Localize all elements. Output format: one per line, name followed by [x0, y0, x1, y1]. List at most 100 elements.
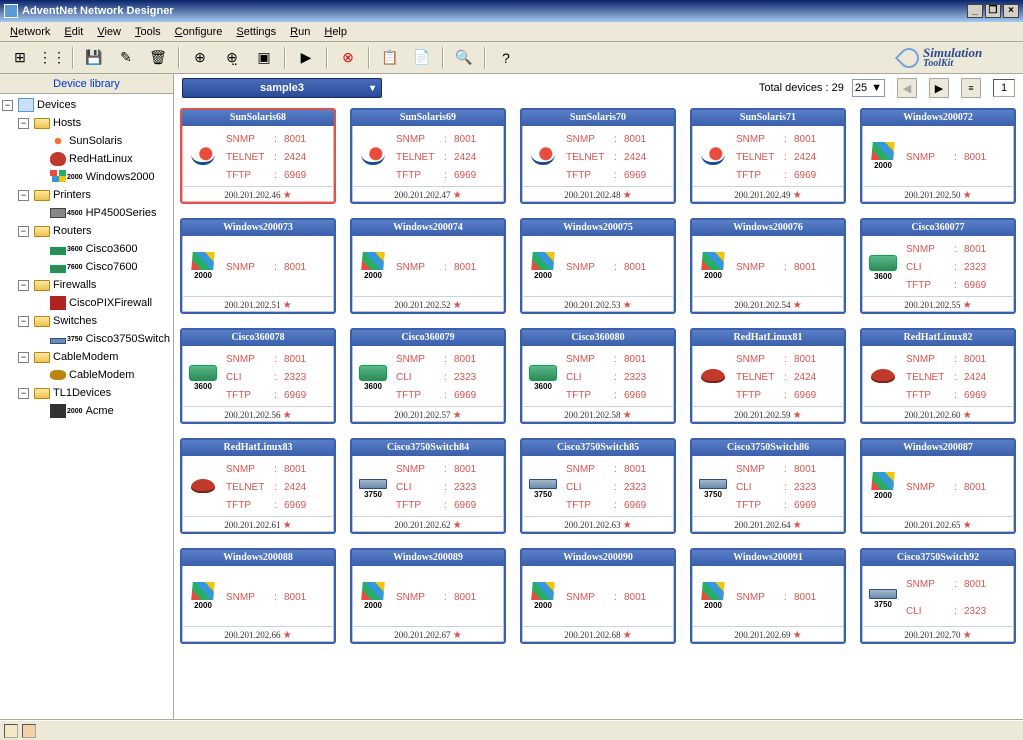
device-card[interactable]: Windows2000882000SNMP:8001200.201.202.66… [180, 548, 336, 644]
stop-button[interactable]: ⊗ [336, 46, 360, 70]
tree-node-hp4500series[interactable]: 4500HP4500Series [2, 204, 171, 222]
device-name: Cisco360079 [352, 330, 504, 346]
copy-button[interactable]: 📋 [378, 46, 402, 70]
brand-logo: SimulationToolKit [899, 44, 1019, 72]
add-device-button[interactable]: ⊕ [188, 46, 212, 70]
tree-toggle-icon[interactable]: − [18, 280, 29, 291]
tree-node-cisco3750switch[interactable]: 3750Cisco3750Switch [2, 330, 171, 348]
page-size-select[interactable]: 25▼ [852, 79, 885, 97]
tree-label: Routers [53, 225, 92, 237]
maximize-button[interactable]: ❐ [985, 4, 1001, 18]
device-card[interactable]: RedHatLinux81SNMP:8001TELNET:2424TFTP:69… [690, 328, 846, 424]
tree-node-printers[interactable]: −Printers [2, 186, 171, 204]
help-button[interactable]: ? [494, 46, 518, 70]
device-card[interactable]: RedHatLinux82SNMP:8001TELNET:2424TFTP:69… [860, 328, 1016, 424]
tree-node-redhatlinux[interactable]: RedHatLinux [2, 150, 171, 168]
new-network-button[interactable]: ⊞ [8, 46, 32, 70]
device-card[interactable]: RedHatLinux83SNMP:8001TELNET:2424TFTP:69… [180, 438, 336, 534]
device-card[interactable]: Windows2000902000SNMP:8001200.201.202.68… [520, 548, 676, 644]
tree-node-cablemodem[interactable]: CableModem [2, 366, 171, 384]
device-card[interactable]: Windows2000752000SNMP:8001200.201.202.53… [520, 218, 676, 314]
menu-network[interactable]: Network [4, 24, 56, 40]
device-ip: 200.201.202.62 ★ [352, 516, 504, 532]
device-card[interactable]: Cisco3600783600SNMP:8001CLI:2323TFTP:696… [180, 328, 336, 424]
device-card[interactable]: Windows2000742000SNMP:8001200.201.202.52… [350, 218, 506, 314]
delete-button[interactable]: 🗑 [146, 46, 170, 70]
paste-button[interactable]: 📄 [410, 46, 434, 70]
device-ip: 200.201.202.68 ★ [522, 626, 674, 642]
port-table: SNMP:8001TELNET:2424TFTP:6969 [734, 346, 844, 406]
tree-node-windows2000[interactable]: 2000Windows2000 [2, 168, 171, 186]
device-type-icon: 2000 [692, 566, 734, 626]
content-pane: sample3 Total devices : 29 25▼ ◀ ▶ ≡ 1 S… [174, 74, 1023, 740]
tree-toggle-icon[interactable]: − [18, 352, 29, 363]
port-table: SNMP:8001CLI:2323TFTP:6969 [734, 456, 844, 516]
open-network-button[interactable]: ⋮⋮ [40, 46, 64, 70]
tree-node-hosts[interactable]: −Hosts [2, 114, 171, 132]
tree-node-acme[interactable]: 2000Acme [2, 402, 171, 420]
menu-settings[interactable]: Settings [230, 24, 282, 40]
linux-icon [50, 152, 66, 166]
tree-node-tl1devices[interactable]: −TL1Devices [2, 384, 171, 402]
page-number-field[interactable]: 1 [993, 79, 1015, 97]
device-card[interactable]: Windows2000762000SNMP:8001200.201.202.54… [690, 218, 846, 314]
device-tree[interactable]: −Devices−HostsSunSolarisRedHatLinux2000W… [0, 94, 173, 740]
device-card[interactable]: SunSolaris69SNMP:8001TELNET:2424TFTP:696… [350, 108, 506, 204]
next-page-button[interactable]: ▶ [929, 78, 949, 98]
tree-node-cablemodem[interactable]: −CableModem [2, 348, 171, 366]
edit-button[interactable]: ✎ [114, 46, 138, 70]
device-card[interactable]: Windows2000872000SNMP:8001200.201.202.65… [860, 438, 1016, 534]
list-view-button[interactable]: ≡ [961, 78, 981, 98]
tree-toggle-icon[interactable]: − [18, 226, 29, 237]
tree-toggle-icon[interactable]: − [18, 388, 29, 399]
run-button[interactable]: ▶ [294, 46, 318, 70]
status-indicator-1 [4, 724, 18, 738]
device-grid[interactable]: SunSolaris68SNMP:8001TELNET:2424TFTP:696… [174, 102, 1023, 740]
device-card[interactable]: Cisco3600773600SNMP:8001CLI:2323TFTP:696… [860, 218, 1016, 314]
minimize-button[interactable]: _ [967, 4, 983, 18]
menu-configure[interactable]: Configure [169, 24, 229, 40]
menu-view[interactable]: View [91, 24, 127, 40]
port-table: SNMP:8001TELNET:2424TFTP:6969 [564, 126, 674, 186]
tree-toggle-icon[interactable]: − [18, 190, 29, 201]
search-button[interactable]: 🔍 [452, 46, 476, 70]
tree-node-sunsolaris[interactable]: SunSolaris [2, 132, 171, 150]
menu-tools[interactable]: Tools [129, 24, 167, 40]
device-card[interactable]: Cisco3600793600SNMP:8001CLI:2323TFTP:696… [350, 328, 506, 424]
device-card[interactable]: Cisco3600803600SNMP:8001CLI:2323TFTP:696… [520, 328, 676, 424]
save-button[interactable]: 💾 [82, 46, 106, 70]
config-device-button[interactable]: ▣ [252, 46, 276, 70]
device-card[interactable]: Windows2000892000SNMP:8001200.201.202.67… [350, 548, 506, 644]
tree-node-ciscopixfirewall[interactable]: CiscoPIXFirewall [2, 294, 171, 312]
tree-node-cisco7600[interactable]: 7600Cisco7600 [2, 258, 171, 276]
tree-toggle-icon[interactable]: − [18, 118, 29, 129]
device-card[interactable]: SunSolaris71SNMP:8001TELNET:2424TFTP:696… [690, 108, 846, 204]
device-card[interactable]: Windows2000912000SNMP:8001200.201.202.69… [690, 548, 846, 644]
device-card[interactable]: Cisco3750Switch863750SNMP:8001CLI:2323TF… [690, 438, 846, 534]
tree-toggle-icon[interactable]: − [2, 100, 13, 111]
device-card[interactable]: Cisco3750Switch923750SNMP:8001CLI:232320… [860, 548, 1016, 644]
status-star-icon: ★ [793, 520, 802, 531]
device-name: Cisco360077 [862, 220, 1014, 236]
device-card[interactable]: Cisco3750Switch853750SNMP:8001CLI:2323TF… [520, 438, 676, 534]
device-card[interactable]: Windows2000732000SNMP:8001200.201.202.51… [180, 218, 336, 314]
tree-node-routers[interactable]: − Routers [2, 222, 171, 240]
tree-node-devices[interactable]: −Devices [2, 96, 171, 114]
menu-help[interactable]: Help [318, 24, 353, 40]
prev-page-button[interactable]: ◀ [897, 78, 917, 98]
menu-run[interactable]: Run [284, 24, 316, 40]
network-selector[interactable]: sample3 [182, 78, 382, 98]
device-card[interactable]: SunSolaris68SNMP:8001TELNET:2424TFTP:696… [180, 108, 336, 204]
tree-node-switches[interactable]: −Switches [2, 312, 171, 330]
device-name: RedHatLinux81 [692, 330, 844, 346]
content-header: sample3 Total devices : 29 25▼ ◀ ▶ ≡ 1 [174, 74, 1023, 102]
tree-node-firewalls[interactable]: −Firewalls [2, 276, 171, 294]
device-card[interactable]: Cisco3750Switch843750SNMP:8001CLI:2323TF… [350, 438, 506, 534]
tree-node-cisco3600[interactable]: 3600Cisco3600 [2, 240, 171, 258]
tree-toggle-icon[interactable]: − [18, 316, 29, 327]
bulk-add-button[interactable]: ⊕̤ [220, 46, 244, 70]
menu-edit[interactable]: Edit [58, 24, 89, 40]
device-card[interactable]: Windows2000722000SNMP:8001200.201.202.50… [860, 108, 1016, 204]
close-button[interactable]: × [1003, 4, 1019, 18]
device-card[interactable]: SunSolaris70SNMP:8001TELNET:2424TFTP:696… [520, 108, 676, 204]
